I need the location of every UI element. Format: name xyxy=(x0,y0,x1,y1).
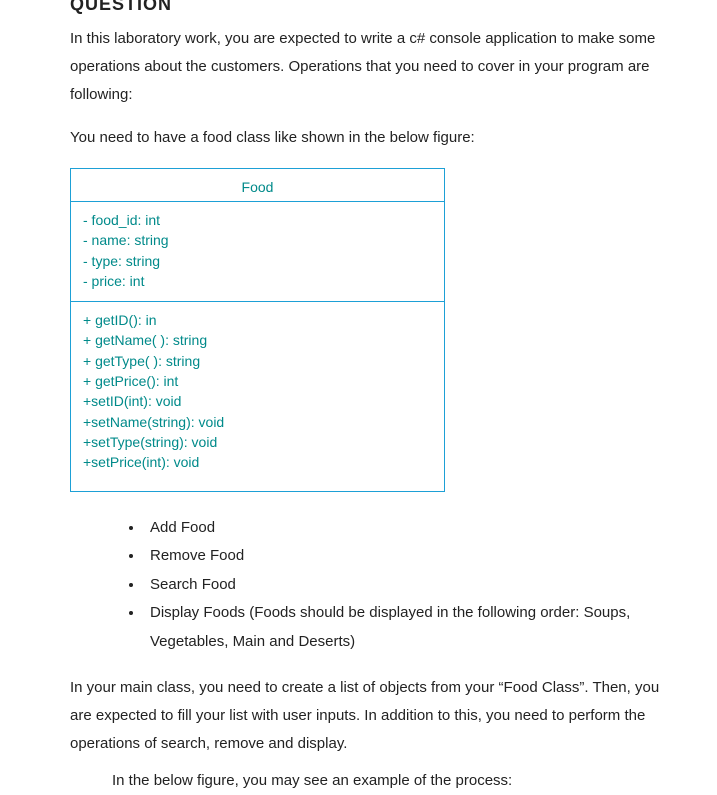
uml-method: +setID(int): void xyxy=(83,391,432,411)
closing-paragraph: In your main class, you need to create a… xyxy=(70,674,677,757)
uml-class-diagram: Food - food_id: int - name: string - typ… xyxy=(70,168,445,492)
uml-attribute: - food_id: int xyxy=(83,210,432,230)
uml-methods-section: + getID(): in + getName( ): string + get… xyxy=(71,302,444,490)
uml-method: + getType( ): string xyxy=(83,351,432,371)
operation-item: Search Food xyxy=(144,571,677,600)
heading-question: QUESTION xyxy=(70,0,677,15)
operation-item: Display Foods (Foods should be displayed… xyxy=(144,599,677,656)
operation-item: Remove Food xyxy=(144,542,677,571)
uml-class-name: Food xyxy=(71,169,444,202)
uml-attribute: - type: string xyxy=(83,251,432,271)
uml-method: + getID(): in xyxy=(83,310,432,330)
uml-attribute: - name: string xyxy=(83,230,432,250)
uml-attribute: - price: int xyxy=(83,271,432,291)
intro-paragraph-1: In this laboratory work, you are expecte… xyxy=(70,25,677,108)
uml-method: +setName(string): void xyxy=(83,412,432,432)
uml-method: +setType(string): void xyxy=(83,432,432,452)
uml-method: + getName( ): string xyxy=(83,330,432,350)
operation-item: Add Food xyxy=(144,514,677,543)
operations-list: Add Food Remove Food Search Food Display… xyxy=(144,514,677,657)
intro-paragraph-2: You need to have a food class like shown… xyxy=(70,124,677,152)
uml-method: +setPrice(int): void xyxy=(83,452,432,472)
uml-attributes-section: - food_id: int - name: string - type: st… xyxy=(71,202,444,302)
example-note: In the below figure, you may see an exam… xyxy=(112,767,677,795)
uml-method: + getPrice(): int xyxy=(83,371,432,391)
